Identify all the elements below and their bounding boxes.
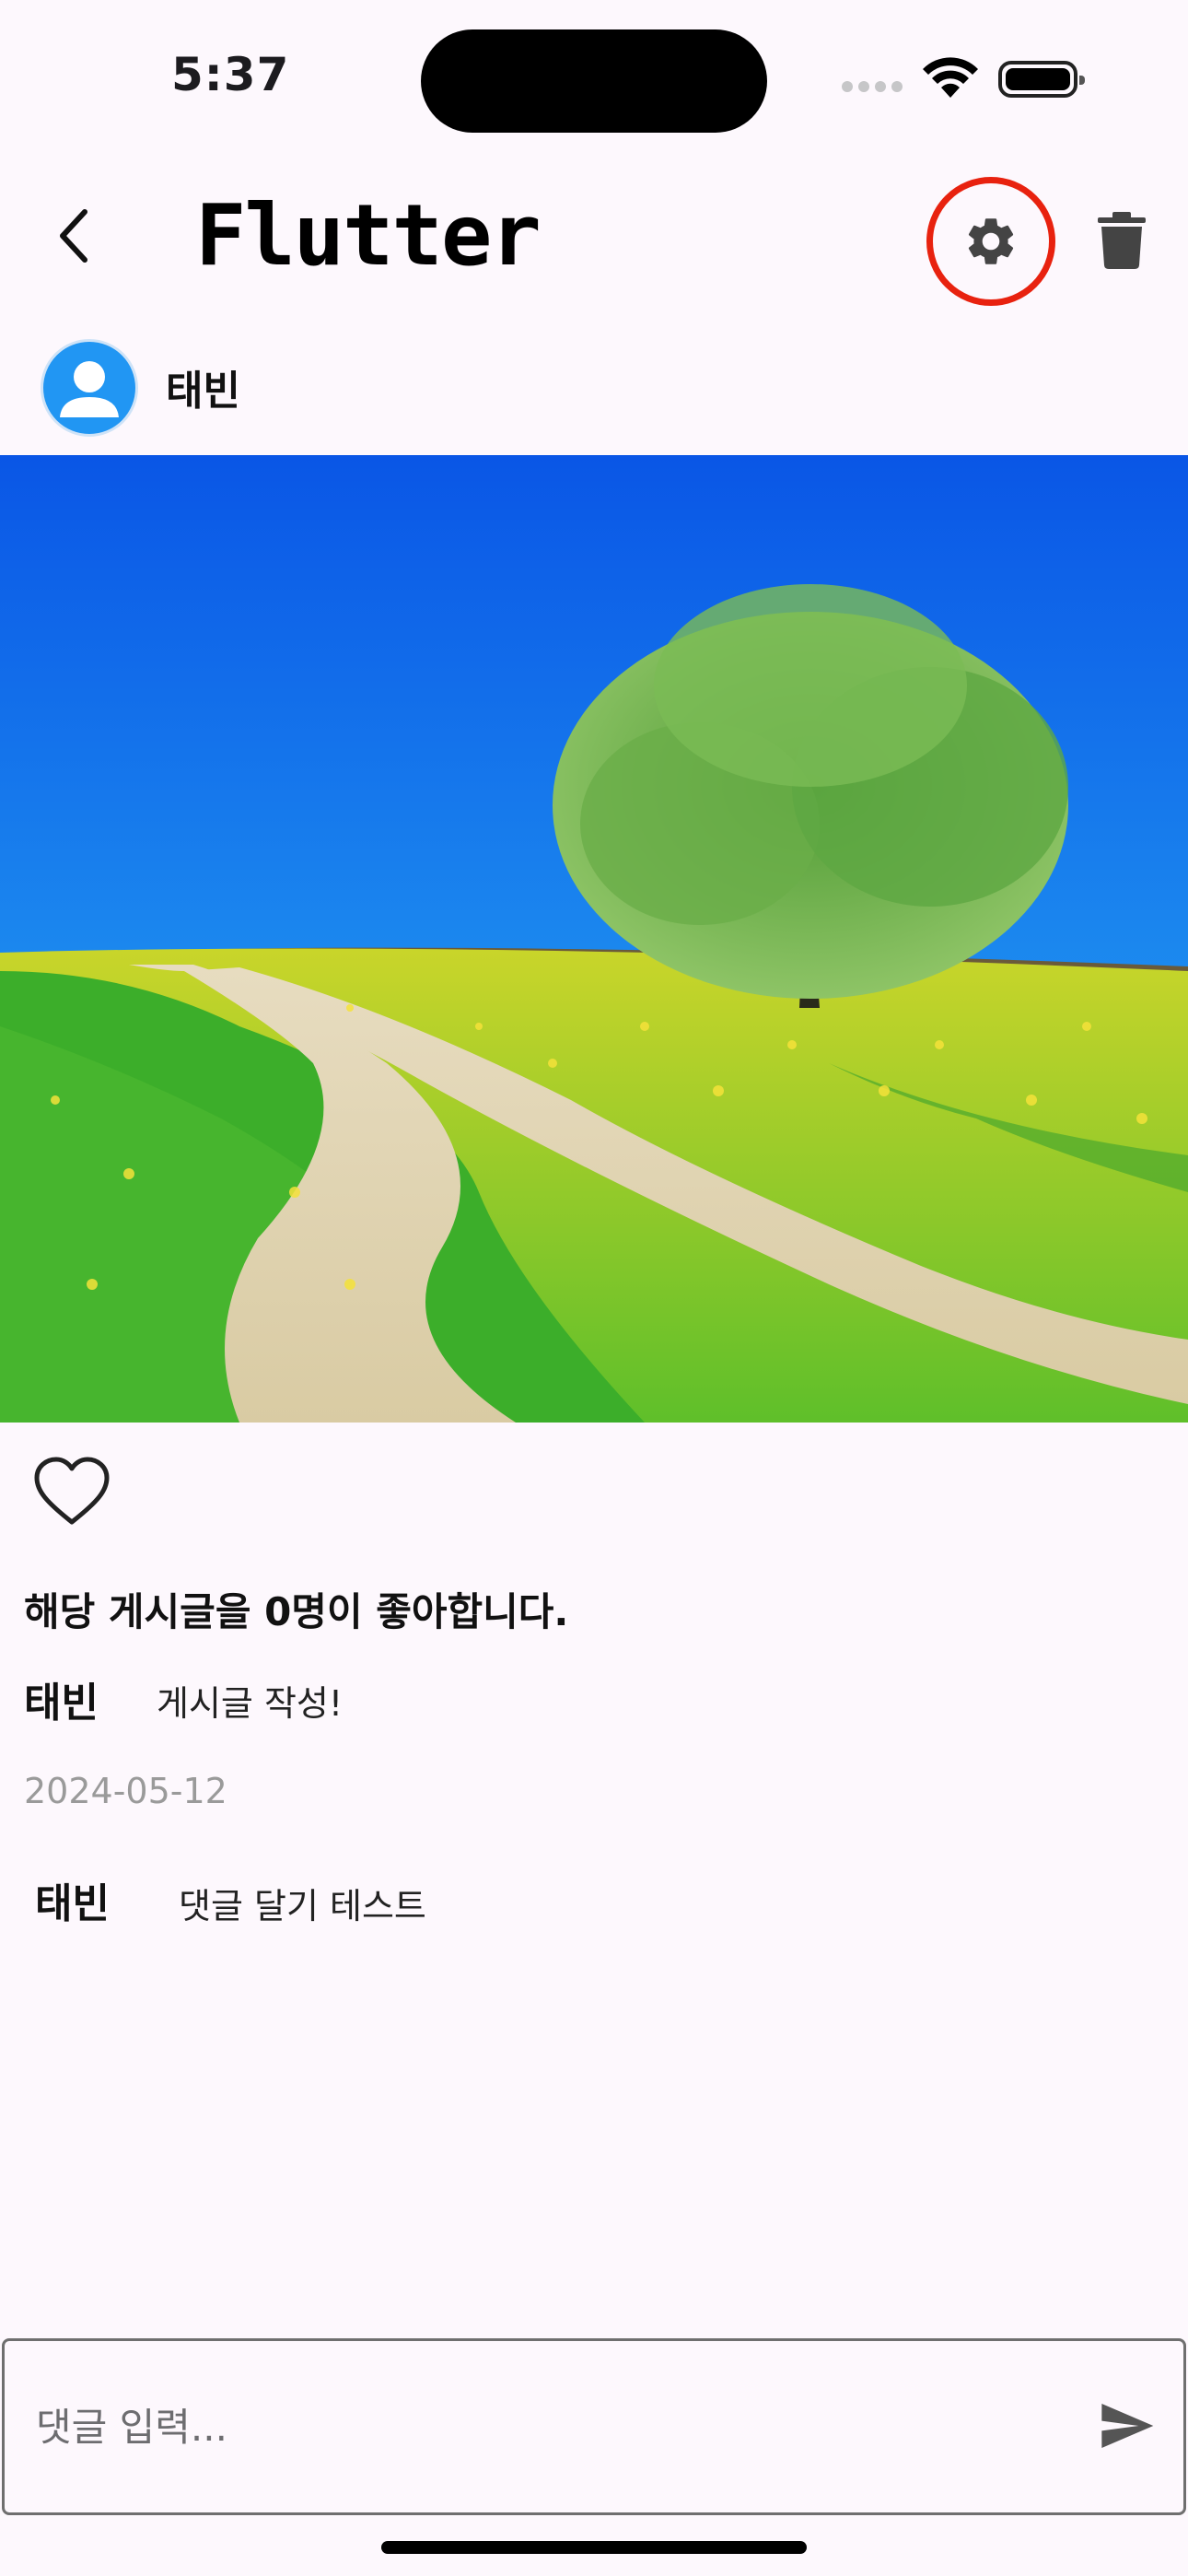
wifi-icon [923,57,978,98]
caption-text: 게시글 작성! [157,1683,344,1724]
comment-text: 댓글 달기 테스트 [179,1886,426,1926]
comment-input[interactable] [36,2395,1031,2459]
back-arrow-icon[interactable] [46,205,109,267]
post-author-name[interactable]: 태빈 [166,357,240,416]
status-time: 5:37 [171,48,290,101]
post-image [0,455,1188,1423]
home-indicator[interactable] [381,2541,807,2554]
trash-icon[interactable] [1094,210,1149,271]
app-bar: Flutter [0,157,1188,322]
post-header: 태빈 [0,332,1188,442]
settings-button[interactable] [926,177,1055,306]
send-icon[interactable] [1097,2396,1156,2455]
heart-icon[interactable] [31,1456,112,1529]
gear-icon [968,218,1014,264]
comment-input-box [2,2338,1186,2515]
comment-author[interactable]: 태빈 [35,1870,110,1929]
likes-count-text: 해당 게시글을 0명이 좋아합니다. [24,1589,569,1634]
status-bar: 5:37 [0,0,1188,157]
caption-author[interactable]: 태빈 [24,1669,99,1728]
page-title: Flutter [195,186,542,285]
avatar[interactable] [41,339,138,437]
post-date: 2024-05-12 [24,1771,227,1811]
dynamic-island [421,29,767,133]
person-icon [60,361,119,417]
battery-icon [998,61,1085,98]
